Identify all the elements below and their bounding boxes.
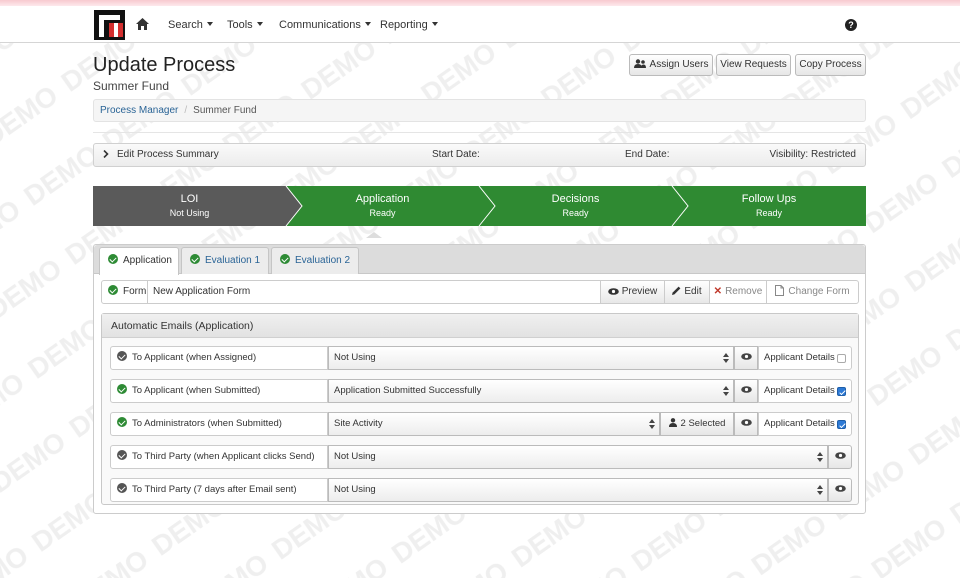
view-requests-button[interactable]: View Requests — [716, 54, 791, 76]
step-application[interactable]: Application Ready — [286, 186, 479, 226]
email-template-select[interactable]: Site Activity — [328, 412, 660, 436]
visibility-label: Visibility: Restricted — [769, 149, 856, 160]
chevron-down-icon — [256, 22, 263, 26]
step-decisions[interactable]: Decisions Ready — [479, 186, 672, 226]
pencil-icon — [672, 286, 681, 295]
process-summary-bar[interactable]: Edit Process Summary Start Date: End Dat… — [93, 143, 866, 167]
breadcrumb-process-manager[interactable]: Process Manager — [100, 105, 178, 116]
check-circle-icon — [117, 384, 127, 394]
process-steps: LOI Not Using Application Ready Decisions R… — [93, 186, 866, 238]
applicant-details-checkbox[interactable] — [837, 354, 846, 363]
preview-email-button[interactable] — [734, 412, 758, 436]
email-row: To Administrators (when Submitted) Site … — [110, 412, 852, 436]
chevron-down-icon — [431, 22, 438, 26]
nav-communications[interactable]: Communications — [279, 19, 371, 31]
remove-form-button[interactable]: ✕ Remove — [709, 281, 766, 303]
edit-form-button[interactable]: Edit — [664, 281, 709, 303]
check-circle-icon — [108, 254, 118, 264]
eye-icon — [740, 353, 752, 360]
check-circle-icon — [117, 417, 127, 427]
check-circle-icon — [117, 351, 127, 361]
automatic-emails-panel: Automatic Emails (Application) To Applic… — [101, 313, 859, 505]
assign-users-button[interactable]: Assign Users — [629, 54, 713, 76]
select-arrows-icon — [723, 386, 729, 396]
nav-tools[interactable]: Tools — [227, 19, 263, 31]
home-icon[interactable] — [136, 18, 149, 30]
applicant-details-toggle[interactable]: Applicant Details — [758, 412, 852, 436]
page-subtitle: Summer Fund — [93, 79, 170, 93]
form-row: Form New Application Form Preview Edit ✕… — [101, 280, 859, 304]
end-date-label: End Date: — [625, 149, 670, 160]
eye-icon — [834, 452, 846, 459]
applicant-details-toggle[interactable]: Applicant Details — [758, 346, 852, 370]
preview-email-button[interactable] — [828, 478, 852, 502]
email-template-select[interactable]: Not Using — [328, 346, 734, 370]
tabs-bar: Application Evaluation 1 Evaluation 2 — [94, 245, 865, 275]
chevron-down-icon — [364, 22, 371, 26]
applicant-details-checkbox[interactable] — [837, 387, 846, 396]
form-name: New Application Form — [147, 281, 600, 303]
chevron-right-icon — [103, 144, 109, 166]
preview-email-button[interactable] — [734, 379, 758, 403]
change-form-button[interactable]: Change Form — [766, 281, 858, 303]
email-row: To Applicant (when Submitted) Applicatio… — [110, 379, 852, 403]
email-row-label: To Applicant (when Submitted) — [110, 379, 328, 403]
email-row: To Third Party (7 days after Email sent)… — [110, 478, 852, 502]
breadcrumb-current: Summer Fund — [193, 105, 257, 116]
close-icon: ✕ — [713, 286, 723, 297]
check-circle-icon — [117, 450, 127, 460]
select-arrows-icon — [817, 452, 823, 462]
select-arrows-icon — [649, 419, 655, 429]
email-row: To Applicant (when Assigned) Not Using A… — [110, 346, 852, 370]
tab-application[interactable]: Application — [99, 247, 179, 275]
top-navbar: Search Tools Communications Reporting ? — [0, 0, 960, 43]
check-circle-icon — [280, 254, 290, 264]
email-row-label: To Third Party (7 days after Email sent) — [110, 478, 328, 502]
divider — [93, 132, 866, 133]
step-follow-ups[interactable]: Follow Ups Ready — [672, 186, 866, 226]
breadcrumb: Process Manager / Summer Fund — [93, 99, 866, 122]
form-label: Form — [108, 281, 146, 303]
application-panel: Application Evaluation 1 Evaluation 2 Fo… — [93, 244, 866, 514]
automatic-emails-heading: Automatic Emails (Application) — [102, 314, 858, 338]
email-row: To Third Party (when Applicant clicks Se… — [110, 445, 852, 469]
preview-email-button[interactable] — [828, 445, 852, 469]
eye-icon — [740, 419, 752, 426]
email-row-label: To Administrators (when Submitted) — [110, 412, 328, 436]
step-loi[interactable]: LOI Not Using — [93, 186, 286, 226]
select-arrows-icon — [817, 485, 823, 495]
app-logo[interactable] — [94, 10, 125, 40]
email-row-label: To Third Party (when Applicant clicks Se… — [110, 445, 328, 469]
help-icon[interactable]: ? — [845, 19, 857, 31]
edit-process-summary-label: Edit Process Summary — [117, 149, 219, 160]
eye-icon — [607, 287, 619, 295]
email-template-select[interactable]: Not Using — [328, 478, 828, 502]
tab-evaluation-1[interactable]: Evaluation 1 — [181, 247, 269, 274]
nav-search[interactable]: Search — [168, 19, 213, 31]
email-row-label: To Applicant (when Assigned) — [110, 346, 328, 370]
select-recipients-button[interactable]: 2 Selected — [660, 412, 734, 436]
preview-email-button[interactable] — [734, 346, 758, 370]
eye-icon — [740, 386, 752, 393]
email-template-select[interactable]: Not Using — [328, 445, 828, 469]
applicant-details-checkbox[interactable] — [837, 420, 846, 429]
check-circle-icon — [190, 254, 200, 264]
eye-icon — [834, 485, 846, 492]
preview-button[interactable]: Preview — [600, 281, 664, 303]
email-template-select[interactable]: Application Submitted Successfully — [328, 379, 734, 403]
nav-reporting[interactable]: Reporting — [380, 19, 438, 31]
check-circle-icon — [117, 483, 127, 493]
applicant-details-toggle[interactable]: Applicant Details — [758, 379, 852, 403]
tab-evaluation-2[interactable]: Evaluation 2 — [271, 247, 359, 274]
page-title: Update Process — [93, 54, 236, 76]
file-icon — [775, 284, 785, 296]
users-icon — [633, 59, 646, 68]
select-arrows-icon — [723, 353, 729, 363]
user-icon — [668, 418, 677, 427]
start-date-label: Start Date: — [432, 149, 480, 160]
check-circle-icon — [108, 285, 118, 295]
chevron-down-icon — [206, 22, 213, 26]
copy-process-button[interactable]: Copy Process — [795, 54, 866, 76]
